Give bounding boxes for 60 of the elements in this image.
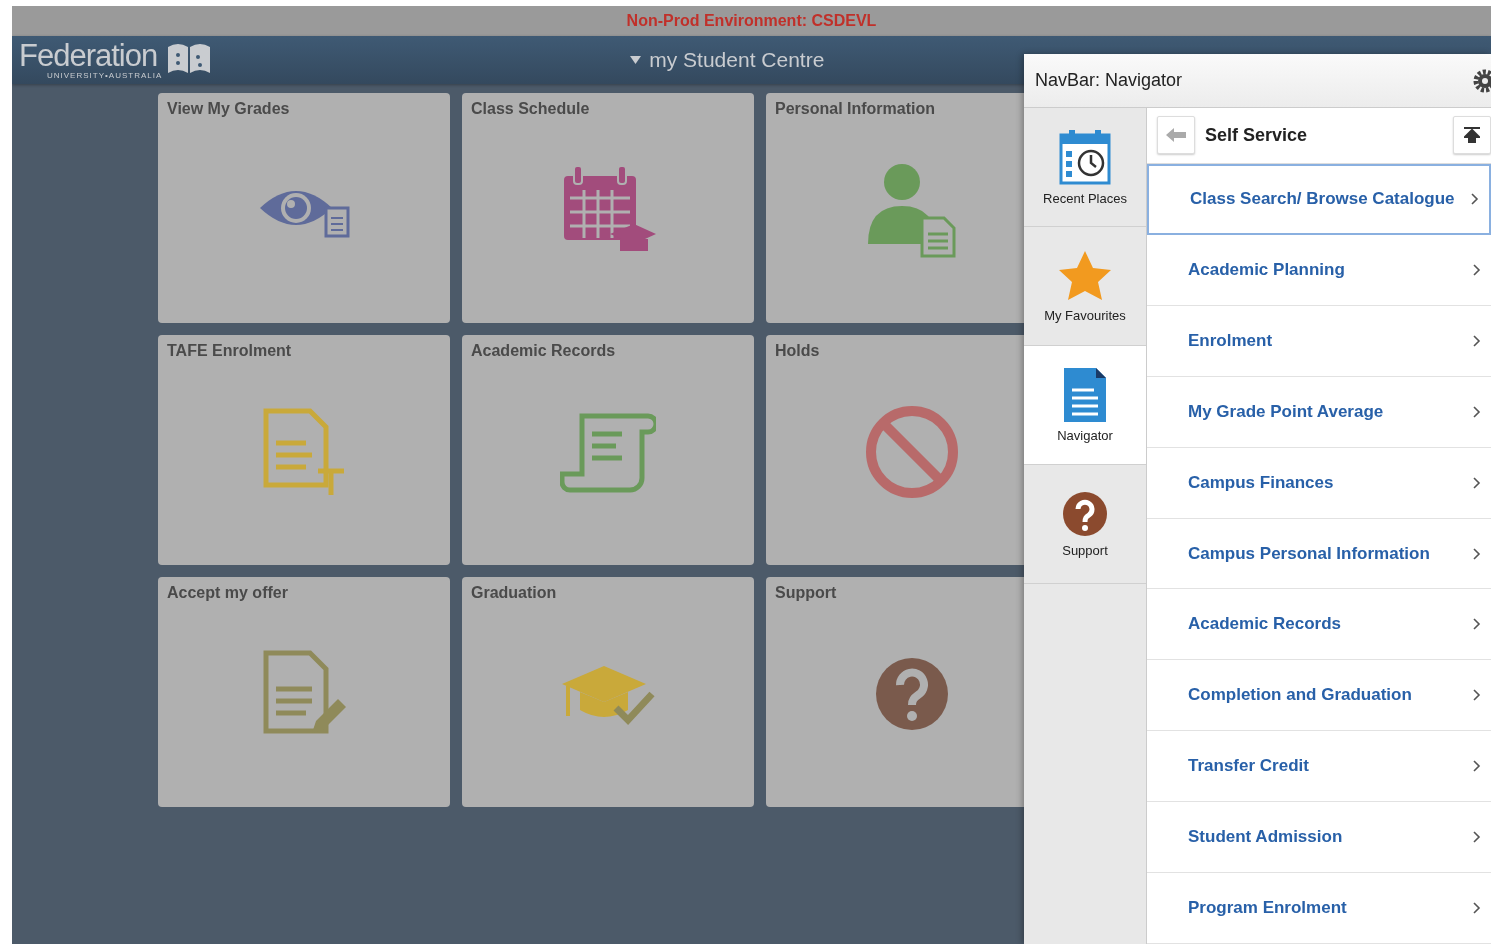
tile-title: View My Grades [167,100,291,118]
navigator-item[interactable]: Campus Finances [1147,447,1491,519]
logo-wordmark: Federation [19,40,158,71]
chevron-right-icon [1473,689,1481,702]
navbar-tab[interactable]: Navigator [1024,346,1146,465]
navigator-item[interactable]: Academic Records [1147,589,1491,661]
document-letter-t-icon [262,407,346,497]
back-arrow-icon [1166,128,1186,143]
navigator-item[interactable]: My Grade Point Average [1147,376,1491,448]
tile-title: Personal Information [775,100,937,118]
document-icon [1064,367,1106,422]
chevron-right-icon [1473,831,1481,844]
navigator-item[interactable]: Class Search/ Browse Catalogue [1147,163,1491,235]
tile-title: TAFE Enrolment [167,342,293,360]
person-document-icon [866,162,958,258]
navbar-tab[interactable]: Support [1024,465,1146,584]
chevron-right-icon [1473,405,1481,418]
navigator-item[interactable]: Campus Personal Information [1147,518,1491,590]
tile-title: Support [775,584,838,602]
folder-title: Self Service [1205,124,1309,146]
logo-tagline: UNIVERSITY•AUSTRALIA [46,70,163,80]
chevron-right-icon [1473,618,1481,631]
panel-title: NavBar: Navigator [1035,70,1183,91]
prohibited-icon [864,404,960,500]
navbar-tab[interactable]: Recent Places [1024,108,1146,227]
tile-title: Class Schedule [471,100,591,118]
navbar-tab[interactable]: My Favourites [1024,227,1146,346]
tile-title: Holds [775,342,821,360]
chevron-right-icon [1473,902,1481,915]
environment-label: Non-Prod Environment: CSDEVL [626,12,877,30]
page-title[interactable]: my Student Centre [649,48,825,72]
top-button[interactable] [1453,116,1491,155]
navigator-item[interactable]: Student Admission [1147,802,1491,874]
tile[interactable]: Accept my offer [158,577,450,807]
tile-title: Academic Records [471,342,617,360]
navigator-item[interactable]: Completion and Graduation [1147,660,1491,732]
question-mark-icon [1062,490,1108,537]
chevron-right-icon [1473,476,1481,489]
navigator-item[interactable]: Enrolment [1147,305,1491,377]
chevron-right-icon [1473,760,1481,773]
tile[interactable]: Academic Records [462,335,754,565]
chevron-right-icon [1471,193,1479,206]
settings-icon[interactable] [1471,68,1491,93]
arrow-to-top-icon [1464,127,1480,144]
chevron-right-icon [1473,263,1481,276]
tile-title: Graduation [471,584,558,602]
navigator-item[interactable]: Academic Planning [1147,234,1491,306]
navigator-item[interactable]: Transfer Credit [1147,731,1491,803]
tile-title: Accept my offer [167,584,289,602]
tile[interactable]: TAFE Enrolment [158,335,450,565]
chevron-right-icon [1473,547,1481,560]
star-icon [1058,249,1112,302]
tile[interactable]: Graduation [462,577,754,807]
question-mark-icon [875,657,949,731]
tile[interactable]: Class Schedule [462,93,754,323]
calendar-clock-icon [1059,128,1111,185]
dropdown-caret-icon[interactable] [630,56,642,64]
chevron-right-icon [1473,334,1481,347]
tile[interactable]: View My Grades [158,93,450,323]
navigator-item[interactable]: Program Enrolment [1147,873,1491,944]
